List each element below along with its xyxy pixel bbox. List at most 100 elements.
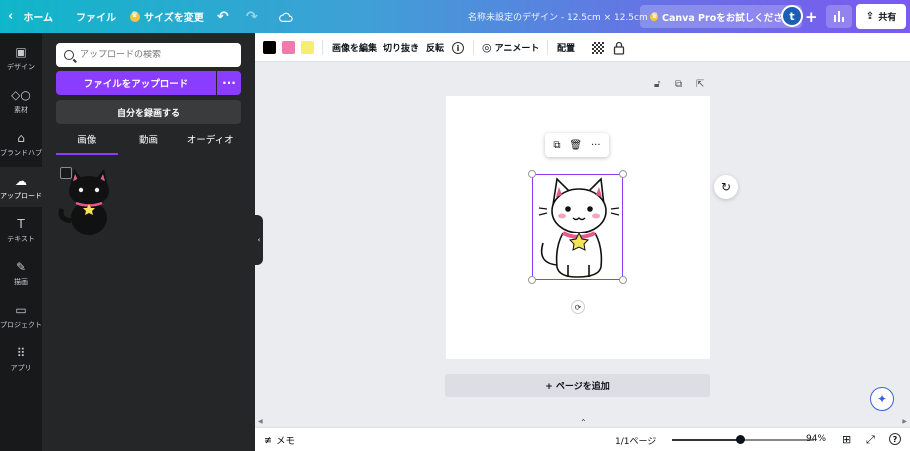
grid-view-icon[interactable]: ⊞ [842, 433, 851, 446]
search-input[interactable] [80, 50, 230, 60]
redo-icon[interactable]: ↷ [246, 0, 258, 33]
rail-item-label: 素材 [14, 105, 28, 114]
elements-icon: ◇○ [11, 87, 31, 102]
tab-audio[interactable]: オーディオ [179, 133, 241, 155]
bottom-bar: ≢ メモ 1/1ページ 94% ⊞ ⤢ ? [255, 427, 910, 451]
fullscreen-icon[interactable]: ⤢ [866, 433, 875, 447]
avatar[interactable]: t [781, 5, 803, 27]
crown-icon [650, 11, 658, 21]
pro-label: Canva Proをお試しください [662, 12, 793, 24]
more-options-icon[interactable]: ··· [217, 71, 241, 95]
resize-handle[interactable] [528, 276, 536, 284]
resize-handle[interactable] [619, 170, 627, 178]
tab-videos[interactable]: 動画 [118, 133, 180, 155]
animate-label: アニメート [494, 44, 540, 54]
more-icon[interactable]: ··· [591, 140, 601, 151]
page-lock-icon[interactable]: 🔓︎ [654, 79, 660, 90]
upload-file-button[interactable]: ファイルをアップロード [56, 71, 216, 95]
divider [322, 40, 323, 55]
rail-item-draw[interactable]: ✎ 描画 [0, 253, 42, 293]
design-title[interactable]: 名称未設定のデザイン - 12.5cm × 12.5cm [468, 0, 648, 33]
collapse-panel-button[interactable]: ‹ [255, 215, 263, 265]
rail-item-uploads[interactable]: ☁ アップロード [0, 167, 42, 207]
animate-button[interactable]: ◎ アニメート [482, 33, 539, 62]
page-count[interactable]: 1/1ページ [615, 434, 656, 447]
layout-icon: ▣ [15, 44, 27, 59]
info-icon[interactable]: i [452, 42, 464, 54]
share-button[interactable]: ⇪ 共有 [856, 4, 906, 29]
selected-image[interactable] [528, 170, 627, 284]
zoom-level[interactable]: 94% [806, 434, 826, 444]
element-floating-toolbar: ⧉ 🗑︎ ··· [545, 133, 609, 157]
uploaded-image-thumbnail[interactable] [56, 163, 118, 235]
white-cat-image [538, 177, 620, 278]
media-tabs: 画像 動画 オーディオ [56, 133, 241, 155]
bar-chart-icon [834, 15, 836, 22]
record-yourself-button[interactable]: 自分を録画する [56, 100, 241, 124]
canvas-workspace: 🔓︎ ⧉ ⇱ ⧉ 🗑︎ ··· ⟳ ↻ + ページを追加 ✦ [263, 62, 910, 418]
add-collaborator-icon[interactable]: + [805, 0, 818, 33]
draw-icon: ✎ [15, 259, 27, 274]
color-swatch-yellow[interactable] [301, 41, 314, 54]
home-label: ホーム [23, 13, 54, 24]
help-icon[interactable]: ? [889, 433, 901, 445]
trash-icon[interactable]: 🗑︎ [569, 140, 582, 151]
left-rail: ▣ デザイン ◇○ 素材 ⌂ ブランドハブ ☁ アップロード T テキスト ✎ … [0, 33, 42, 451]
color-swatch-pink[interactable] [282, 41, 295, 54]
folder-icon: ▭ [15, 302, 27, 317]
divider [473, 40, 474, 55]
rail-item-brand-hub[interactable]: ⌂ ブランドハブ [0, 124, 42, 164]
select-checkbox[interactable] [60, 167, 72, 179]
file-menu-button[interactable]: ファイル [76, 0, 116, 33]
search-icon [64, 50, 74, 60]
color-swatch-black[interactable] [263, 41, 276, 54]
tab-images[interactable]: 画像 [56, 133, 118, 155]
cloud-save-icon[interactable] [279, 10, 293, 24]
refresh-icon[interactable]: ↻ [714, 175, 738, 199]
expand-pages-icon[interactable]: ⌃ [580, 418, 587, 427]
lock-icon[interactable] [613, 41, 625, 55]
share-icon: ⇪ [865, 11, 875, 22]
resize-button[interactable]: サイズを変更 [130, 0, 204, 33]
home-button[interactable]: ‹ ホーム [8, 0, 53, 33]
resize-handle[interactable] [528, 170, 536, 178]
notes-label: メモ [275, 436, 295, 447]
scroll-right-icon[interactable]: ▶ [902, 418, 907, 425]
resize-handle[interactable] [619, 276, 627, 284]
rail-item-label: テキスト [7, 234, 35, 243]
insights-button[interactable] [826, 5, 852, 28]
position-button[interactable]: 配置 [557, 33, 575, 62]
apps-icon: ⠿ [16, 345, 26, 360]
crown-icon [130, 10, 140, 22]
bar-chart-icon-bar [842, 17, 844, 22]
scroll-left-icon[interactable]: ◀ [258, 418, 263, 425]
rail-item-label: プロジェクト [0, 320, 42, 329]
crop-button[interactable]: 切り抜き [383, 33, 419, 62]
upload-icon: ☁ [15, 173, 27, 188]
notes-button[interactable]: ≢ メモ [264, 433, 295, 448]
undo-icon[interactable]: ↶ [217, 0, 229, 33]
add-page-button[interactable]: + ページを追加 [445, 374, 710, 397]
magic-sparkle-icon[interactable]: ✦ [870, 387, 894, 411]
rail-item-label: アプリ [10, 363, 32, 372]
flip-button[interactable]: 反転 [426, 33, 444, 62]
copy-icon[interactable]: ⧉ [553, 140, 560, 151]
rotate-icon[interactable]: ⟳ [571, 300, 585, 314]
rail-item-elements[interactable]: ◇○ 素材 [0, 81, 42, 121]
rail-item-design[interactable]: ▣ デザイン [0, 38, 42, 78]
edit-image-button[interactable]: 画像を編集 [332, 33, 377, 62]
bar-chart-icon-bar [838, 11, 840, 22]
rail-item-apps[interactable]: ⠿ アプリ [0, 339, 42, 379]
add-page-icon[interactable]: ⇱ [696, 79, 704, 90]
animate-icon: ◎ [482, 41, 492, 54]
try-pro-button[interactable]: Canva Proをお試しください [640, 5, 803, 28]
rail-item-text[interactable]: T テキスト [0, 210, 42, 250]
transparency-icon[interactable] [592, 42, 604, 54]
top-bar: ‹ ホーム ファイル サイズを変更 ↶ ↷ 名称未設定のデザイン - 12.5c… [0, 0, 910, 33]
rail-item-label: デザイン [7, 62, 35, 71]
zoom-slider-knob[interactable] [736, 435, 746, 444]
zoom-slider[interactable] [672, 435, 814, 444]
rail-item-projects[interactable]: ▭ プロジェクト [0, 296, 42, 336]
duplicate-page-icon[interactable]: ⧉ [675, 79, 682, 90]
search-box[interactable] [56, 43, 241, 67]
